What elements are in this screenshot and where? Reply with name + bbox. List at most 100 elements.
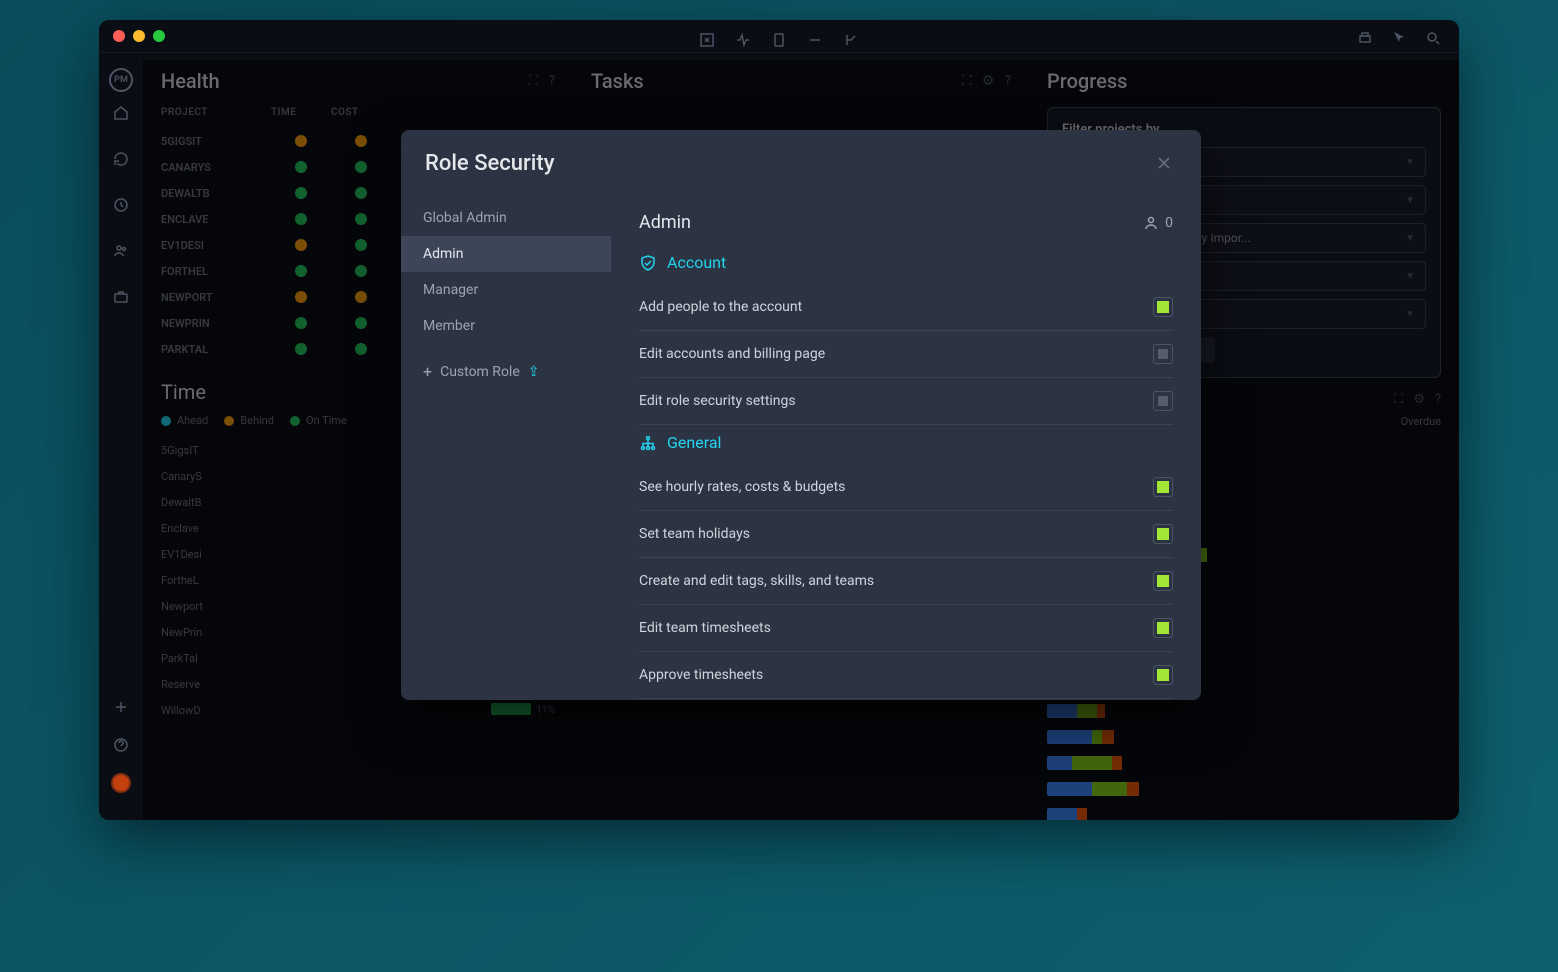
modal-title: Role Security bbox=[425, 151, 555, 176]
project-name: DEWALTB bbox=[161, 187, 271, 200]
tasks-title: Tasks bbox=[591, 69, 644, 93]
permission-label: Add people to the account bbox=[639, 299, 802, 315]
legend-label: On Time bbox=[306, 414, 347, 427]
help-icon[interactable]: ? bbox=[1435, 392, 1441, 407]
permission-label: Set team holidays bbox=[639, 526, 750, 542]
progress-segment bbox=[1047, 756, 1072, 770]
progress-row[interactable] bbox=[1047, 776, 1441, 802]
permission-toggle[interactable] bbox=[1153, 477, 1173, 497]
modal-close-button[interactable] bbox=[1151, 150, 1177, 176]
role-item[interactable]: Member bbox=[401, 308, 611, 344]
role-item[interactable]: Admin bbox=[401, 236, 611, 272]
nav-people-icon[interactable] bbox=[111, 241, 131, 261]
permission-row: Edit team timesheets bbox=[639, 605, 1173, 652]
time-row-name: Enclave bbox=[161, 522, 251, 535]
progress-segment bbox=[1112, 756, 1122, 770]
search-icon[interactable] bbox=[1421, 26, 1445, 50]
progress-bar bbox=[1047, 756, 1441, 770]
role-item[interactable]: Manager bbox=[401, 272, 611, 308]
custom-role-button[interactable]: +Custom Role⇪ bbox=[401, 350, 611, 393]
person-icon bbox=[1143, 215, 1159, 231]
col-project: PROJECT bbox=[161, 107, 271, 118]
custom-role-label: Custom Role bbox=[440, 364, 520, 380]
tree-icon bbox=[639, 434, 657, 452]
top-toolbar bbox=[690, 26, 868, 54]
toolbar-expand-icon[interactable] bbox=[690, 26, 724, 54]
nav-clock-icon[interactable] bbox=[111, 195, 131, 215]
toolbar-branch-icon[interactable] bbox=[834, 26, 868, 54]
progress-row[interactable] bbox=[1047, 750, 1441, 776]
permission-toggle[interactable] bbox=[1153, 618, 1173, 638]
gear-icon[interactable]: ⚙ bbox=[982, 73, 995, 89]
chevron-down-icon: ▼ bbox=[1405, 233, 1415, 244]
window-minimize-icon[interactable] bbox=[133, 30, 145, 42]
toolbar-clipboard-icon[interactable] bbox=[762, 26, 796, 54]
help-icon[interactable]: ? bbox=[1004, 73, 1011, 89]
permission-label: Approve timesheets bbox=[639, 667, 763, 683]
permission-label: Edit accounts and billing page bbox=[639, 346, 825, 362]
print-icon[interactable] bbox=[1353, 26, 1377, 50]
progress-segment bbox=[1047, 782, 1092, 796]
progress-segment bbox=[1077, 704, 1097, 718]
gear-icon[interactable]: ⚙ bbox=[1413, 392, 1425, 407]
permission-toggle[interactable] bbox=[1153, 524, 1173, 544]
progress-row[interactable] bbox=[1047, 802, 1441, 820]
chevron-down-icon: ▼ bbox=[1405, 195, 1415, 206]
window-maximize-icon[interactable] bbox=[153, 30, 165, 42]
permission-label: Edit team timesheets bbox=[639, 620, 771, 636]
progress-segment bbox=[1092, 730, 1102, 744]
progress-row[interactable] bbox=[1047, 724, 1441, 750]
expand-icon[interactable]: ⛶ bbox=[1394, 392, 1403, 407]
nav-briefcase-icon[interactable] bbox=[111, 287, 131, 307]
role-item[interactable]: Global Admin bbox=[401, 200, 611, 236]
nav-help-icon[interactable] bbox=[111, 735, 131, 755]
progress-bar bbox=[1047, 782, 1441, 796]
health-title: Health bbox=[161, 69, 220, 93]
cursor-icon[interactable] bbox=[1387, 26, 1411, 50]
permission-row: Set team holidays bbox=[639, 511, 1173, 558]
app-window: PM Health ⛶ ? bbox=[99, 20, 1459, 820]
toolbar-activity-icon[interactable] bbox=[726, 26, 760, 54]
col-cost: COST bbox=[331, 107, 391, 118]
permission-toggle[interactable] bbox=[1153, 665, 1173, 685]
role-user-count: 0 bbox=[1143, 215, 1173, 231]
permission-toggle[interactable] bbox=[1153, 571, 1173, 591]
time-row[interactable]: WillowD 11% bbox=[161, 697, 555, 723]
progress-row[interactable] bbox=[1047, 698, 1441, 724]
permissions-area: Admin 0 AccountAdd people to the account… bbox=[611, 192, 1201, 700]
time-status-dot bbox=[295, 291, 307, 303]
permission-toggle[interactable] bbox=[1153, 344, 1173, 364]
time-status-dot bbox=[295, 239, 307, 251]
toolbar-right bbox=[1353, 26, 1445, 50]
progress-title: Progress bbox=[1047, 69, 1127, 93]
cost-status-dot bbox=[355, 135, 367, 147]
nav-add-icon[interactable] bbox=[111, 697, 131, 717]
user-avatar[interactable] bbox=[111, 773, 131, 793]
section-label: Account bbox=[667, 253, 726, 272]
progress-segment bbox=[1072, 756, 1112, 770]
time-row-name: WillowD bbox=[161, 704, 251, 717]
permission-toggle[interactable] bbox=[1153, 391, 1173, 411]
project-name: EV1DESI bbox=[161, 239, 271, 252]
nav-refresh-icon[interactable] bbox=[111, 149, 131, 169]
panel-controls: ⛶ ? bbox=[529, 73, 555, 89]
permission-toggle[interactable] bbox=[1153, 297, 1173, 317]
project-name: PARKTAL bbox=[161, 343, 271, 356]
app-logo[interactable]: PM bbox=[109, 68, 133, 92]
cost-status-dot bbox=[355, 343, 367, 355]
toolbar-link-icon[interactable] bbox=[798, 26, 832, 54]
time-row-name: CanaryS bbox=[161, 470, 251, 483]
expand-icon[interactable]: ⛶ bbox=[962, 73, 972, 89]
permission-row: Approve timesheets bbox=[639, 652, 1173, 699]
nav-home-icon[interactable] bbox=[111, 103, 131, 123]
window-close-icon[interactable] bbox=[113, 30, 125, 42]
expand-icon[interactable]: ⛶ bbox=[529, 73, 539, 89]
progress-overdue-label: Overdue bbox=[1401, 415, 1441, 428]
time-pct: 11% bbox=[536, 705, 555, 716]
role-security-modal: Role Security Global AdminAdminManagerMe… bbox=[401, 130, 1201, 700]
help-icon[interactable]: ? bbox=[548, 73, 555, 89]
cost-status-dot bbox=[355, 291, 367, 303]
time-bar bbox=[491, 703, 531, 715]
permission-label: See hourly rates, costs & budgets bbox=[639, 479, 845, 495]
perm-section-title: General bbox=[639, 433, 1173, 452]
